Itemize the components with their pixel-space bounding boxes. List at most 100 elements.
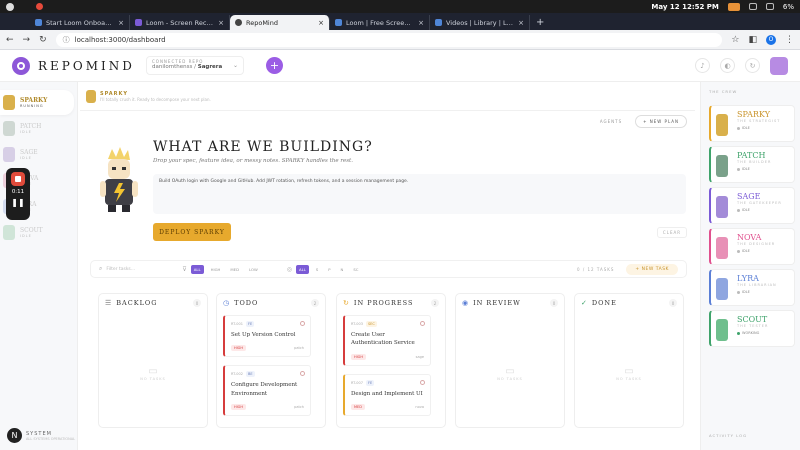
task-id: RT-002 [231,372,243,377]
task-tag: BE [245,371,255,378]
priority-chip-high[interactable]: HIGH [208,265,224,274]
crew-card-lyra[interactable]: LYRA THE LIBRARIAN IDLE [709,269,795,306]
theme-toggle-icon[interactable]: ◐ [720,58,735,73]
page-subtitle: Drop your spec, feature idea, or messy n… [153,158,354,164]
task-card[interactable]: RT-001 FE Set Up Version Control HIGH patc… [223,315,311,358]
task-id: RT-003 [351,322,363,326]
sidebar-item-sparky[interactable]: SPARKY RUNNING [0,90,74,115]
sparky-character-icon [100,147,138,212]
crew-card-patch[interactable]: PATCH THE BUILDER IDLE [709,146,795,183]
system-clock[interactable]: May 12 12:52 PM [651,3,718,11]
task-title: Design and Implement UI [351,390,423,397]
column-title: BACKLOG [116,299,158,307]
crew-name: SAGE [737,192,761,201]
new-task-button[interactable]: + NEW TASK [626,263,678,275]
assignee-chip-p[interactable]: P [325,265,333,274]
crew-card-sage[interactable]: SAGE THE GATEKEEPER IDLE [709,187,795,224]
agents-button[interactable]: AGENTS [593,116,629,127]
control-center-icon[interactable] [765,3,774,10]
repo-owner: danilomthenss / [152,64,196,70]
assignee-chip-all[interactable]: ALL [295,264,309,274]
task-card[interactable]: RT-002 BE Configure Development Environme… [223,365,311,416]
filter-funnel-icon: ⊽ [182,265,187,273]
list-icon: ☰ [105,299,112,307]
apple-icon[interactable] [6,2,14,11]
repo-selector[interactable]: CONNECTED REPO danilomthenss / Sagrera ⌄ [146,56,244,75]
crew-status: IDLE [742,208,750,212]
assignee-chip-s[interactable]: S [313,265,321,274]
battery-label[interactable]: 6% [783,3,794,11]
back-arrow-icon[interactable]: ← [6,35,14,45]
agent-name: SAGE [20,149,38,156]
site-info-icon[interactable]: ⓘ [63,35,70,45]
close-icon[interactable]: × [318,19,324,27]
sidebar-item-scout[interactable]: SCOUT IDLE [0,220,77,245]
user-avatar[interactable] [770,56,788,75]
reload-icon[interactable]: ↻ [39,35,47,45]
tab-start-loom-onboarding[interactable]: Start Loom Onboarding × [30,15,130,30]
close-icon[interactable]: × [118,19,124,27]
priority-chip-med[interactable]: MED [227,265,242,274]
tab-loom-free-screen[interactable]: Loom | Free Screen & Video × [330,15,430,30]
task-search-input[interactable]: Filter tasks... [106,267,178,272]
clear-button[interactable]: CLEAR [656,227,687,238]
url-text[interactable]: localhost:3000/dashboard [75,36,166,44]
sidebar-item-patch[interactable]: PATCH IDLE [0,116,77,141]
profile-avatar[interactable]: O [766,34,776,45]
loom-menu-icon[interactable] [727,2,740,11]
system-status[interactable]: N SYSTEM ALL SYSTEMS OPERATIONAL [7,428,75,443]
agent-name: SPARKY [20,97,48,104]
close-icon[interactable]: × [218,19,224,27]
task-card[interactable]: RT-007 FE Design and Implement UI MED nova [343,373,431,416]
agent-status: IDLE [20,130,32,134]
task-id: RT-007 [351,380,363,385]
refresh-icon[interactable]: ↻ [745,58,760,73]
priority-chip-low[interactable]: LOW [246,265,261,274]
tab-loom-screen-recording[interactable]: Loom - Screen Recording × [130,15,230,30]
extensions-icon[interactable]: ◧ [748,35,757,45]
patch-avatar-icon [3,121,15,136]
task-tag: SEC [365,321,377,327]
search-icon: ⌕ [99,265,103,272]
crew-card-nova[interactable]: NOVA THE DESIGNER IDLE [709,228,795,265]
new-tab-plus-icon[interactable]: + [530,17,550,30]
close-icon[interactable]: × [518,19,524,27]
column-count: 2 [311,299,319,307]
brand-name: REPOMIND [38,58,135,73]
priority-chip-all[interactable]: ALL [190,264,204,274]
new-plan-button[interactable]: + NEW PLAN [635,115,687,128]
repomind-logo-icon[interactable] [12,56,30,75]
assignee-chip-n[interactable]: N [338,265,347,274]
system-logo-icon: N [7,428,22,443]
recording-indicator-icon[interactable] [36,3,43,10]
crew-role: THE BUILDER [737,160,772,164]
crew-status: IDLE [742,167,750,171]
pause-icon[interactable]: ❚❚ [11,198,24,207]
task-assignee: patch [294,346,304,351]
scout-avatar-icon [3,225,15,240]
forward-arrow-icon[interactable]: → [23,35,31,45]
close-icon[interactable]: × [418,19,424,27]
task-card[interactable]: RT-003 SEC Create User Authentication Ser… [343,315,431,366]
deploy-sparky-button[interactable]: DEPLOY SPARKY [153,223,231,241]
spec-input[interactable]: Build OAuth login with Google and GitHub… [153,174,686,214]
sidebar-item-sage[interactable]: SAGE IDLE [0,142,77,167]
task-title: Set Up Version Control [231,332,296,338]
browser-menu-icon[interactable]: ⋮ [785,35,794,45]
stop-recording-button[interactable] [11,172,25,186]
agent-name: PATCH [20,123,42,130]
bookmark-star-icon[interactable]: ☆ [731,35,739,45]
tab-videos-library-loom[interactable]: Videos | Library | Loom × [430,15,530,30]
wifi-icon[interactable] [748,3,757,10]
crew-card-sparky[interactable]: SPARKY THE STRATEGIST IDLE [709,105,795,142]
crew-card-scout[interactable]: SCOUT THE TESTER WORKING [709,310,795,347]
sparky-avatar-icon [3,95,15,110]
activity-log-title[interactable]: ACTIVITY LOG [709,433,747,438]
check-circle-icon: ✓ [581,299,587,307]
add-button[interactable]: + [266,57,283,74]
agent-status: IDLE [20,156,32,160]
tab-repomind[interactable]: RepoMind × [230,15,330,30]
address-bar[interactable]: ⓘ localhost:3000/dashboard [55,32,723,47]
notification-bell-icon[interactable]: ♪ [695,58,710,73]
assignee-chip-sc[interactable]: SC [350,265,361,274]
